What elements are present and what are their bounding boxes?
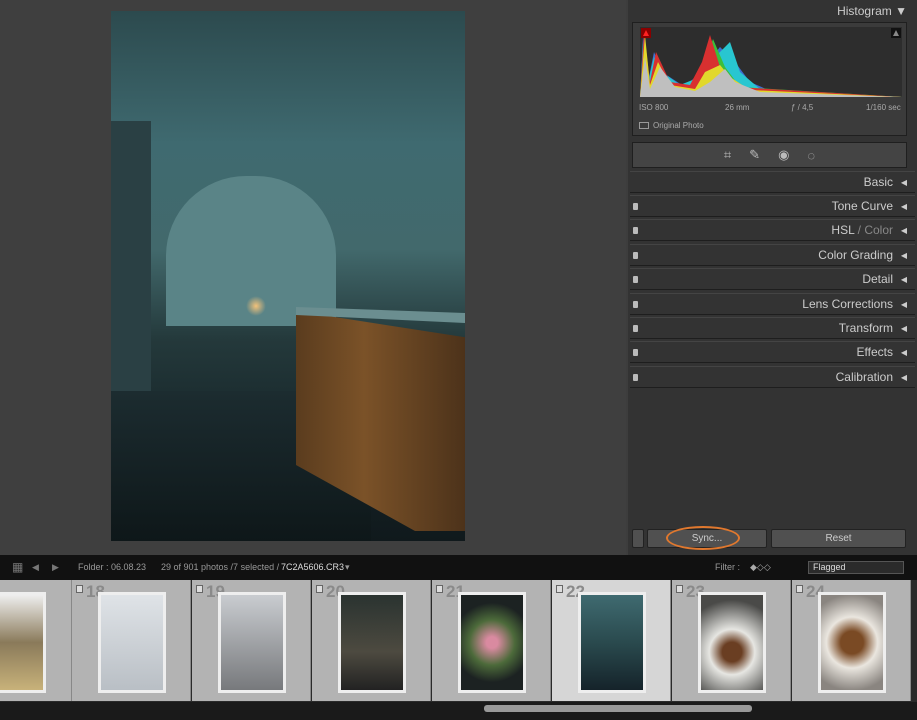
filename-dropdown-icon[interactable]: ▾ <box>345 555 350 580</box>
panel-color-grading[interactable]: Color Grading ◀ <box>630 244 915 266</box>
thumbnail-image <box>458 592 526 693</box>
panel-switch[interactable] <box>633 325 638 332</box>
sync-highlight-circle <box>666 526 740 550</box>
forward-arrow-icon[interactable]: ▶ <box>52 555 59 580</box>
panel-switch[interactable] <box>633 276 638 283</box>
filmstrip-thumbnail[interactable]: 18 <box>72 580 191 701</box>
panel-switch[interactable] <box>633 349 638 356</box>
photo-preview-area <box>0 0 626 555</box>
histogram: ISO 800 26 mm ƒ / 4,5 1/160 sec Original… <box>632 22 907 136</box>
photo-count: 29 of 901 photos /7 selected / <box>161 562 280 572</box>
tool-strip: ⌗ ✎ ◉ ◌ <box>632 142 907 168</box>
sync-reset-row: Sync... Reset <box>628 526 917 550</box>
original-photo-toggle[interactable]: Original Photo <box>639 121 704 130</box>
reset-button[interactable]: Reset <box>771 529 906 548</box>
healing-bandage-icon[interactable]: ✎ <box>749 147 760 163</box>
expand-triangle-icon: ◀ <box>900 324 907 333</box>
panel-switch[interactable] <box>633 227 638 234</box>
masking-icon[interactable]: ◌ <box>807 148 815 163</box>
histogram-header[interactable]: Histogram ▼ <box>628 0 917 22</box>
section-label: Effects <box>856 345 893 359</box>
thumbnail-image <box>338 592 406 693</box>
flag-icon[interactable] <box>196 585 203 593</box>
develop-right-panel: Histogram ▼ ISO 800 26 mm ƒ / 4,5 1/160 … <box>628 0 917 555</box>
panel-switch[interactable] <box>633 301 638 308</box>
current-filename[interactable]: 7C2A5606.CR3 <box>281 555 344 580</box>
panel-hsl-color[interactable]: HSL / Color ◀ <box>630 219 915 241</box>
auto-sync-switch[interactable] <box>632 529 644 548</box>
expand-triangle-icon: ◀ <box>900 202 907 211</box>
expand-triangle-icon: ◀ <box>900 226 907 235</box>
filter-select[interactable]: Flagged <box>808 561 904 574</box>
section-label: Transform <box>838 321 893 335</box>
expand-triangle-icon: ◀ <box>900 373 907 382</box>
filmstrip: 18 19 20 21 22 23 24 <box>0 580 917 702</box>
panel-transform[interactable]: Transform ◀ <box>630 317 915 339</box>
thumbnail-image <box>698 592 766 693</box>
checkbox-icon[interactable] <box>639 122 649 129</box>
thumbnail-image <box>98 592 166 693</box>
crop-icon[interactable]: ⌗ <box>724 147 731 163</box>
folder-label[interactable]: Folder : 06.08.23 <box>78 555 146 580</box>
expand-triangle-icon: ◀ <box>900 348 907 357</box>
main-photo[interactable] <box>111 11 465 541</box>
filmstrip-thumbnail-partial[interactable] <box>0 580 72 701</box>
filmstrip-thumbnail[interactable]: 23 <box>672 580 791 701</box>
focal-length: 26 mm <box>725 103 750 112</box>
shutter-speed: 1/160 sec <box>866 103 901 112</box>
iso-value: ISO 800 <box>639 103 669 112</box>
section-label: Basic <box>863 175 893 189</box>
grid-view-icon[interactable]: ▦ <box>12 555 23 580</box>
filmstrip-thumbnail[interactable]: 19 <box>192 580 311 701</box>
section-label: Color Grading <box>818 248 893 262</box>
section-label: HSL <box>831 223 855 237</box>
flag-icon[interactable] <box>676 585 683 593</box>
flag-icon[interactable] <box>796 585 803 593</box>
thumbnail-image <box>218 592 286 693</box>
filmstrip-thumbnail-selected[interactable]: 22 <box>552 580 671 701</box>
panel-calibration[interactable]: Calibration ◀ <box>630 366 915 388</box>
filmstrip-thumbnail[interactable]: 20 <box>312 580 431 701</box>
collapse-triangle-icon: ▼ <box>895 4 907 18</box>
section-label: Calibration <box>835 370 893 384</box>
back-arrow-icon[interactable]: ◀ <box>32 555 39 580</box>
filmstrip-thumbnail[interactable]: 24 <box>792 580 911 701</box>
thumbnail-image <box>818 592 886 693</box>
red-eye-icon[interactable]: ◉ <box>778 147 789 163</box>
panel-switch[interactable] <box>633 203 638 210</box>
thumbnail-image <box>578 592 646 693</box>
histogram-graph <box>640 27 902 97</box>
section-label: Detail <box>862 272 893 286</box>
expand-triangle-icon: ◀ <box>900 275 907 284</box>
original-photo-label: Original Photo <box>653 121 704 130</box>
panel-tone-curve[interactable]: Tone Curve ◀ <box>630 195 915 217</box>
section-label: Tone Curve <box>831 199 893 213</box>
flag-icon[interactable] <box>316 585 323 593</box>
panel-effects[interactable]: Effects ◀ <box>630 341 915 363</box>
expand-triangle-icon: ◀ <box>900 300 907 309</box>
panel-basic[interactable]: Basic ◀ <box>630 171 915 193</box>
scrollbar-thumb[interactable] <box>484 705 752 712</box>
expand-triangle-icon: ◀ <box>900 251 907 260</box>
section-label-color[interactable]: / Color <box>858 223 893 237</box>
section-label: Lens Corrections <box>802 297 893 311</box>
flag-icon[interactable] <box>436 585 443 593</box>
filmstrip-toolbar: ▦ ◀ ▶ Folder : 06.08.23 29 of 901 photos… <box>0 555 917 580</box>
aperture: ƒ / 4,5 <box>791 103 814 112</box>
flag-filter-icons[interactable]: ◆◇◇ <box>750 555 771 580</box>
filmstrip-scrollbar[interactable] <box>0 702 917 720</box>
panel-switch[interactable] <box>633 252 638 259</box>
histogram-title: Histogram <box>837 4 892 18</box>
expand-triangle-icon: ◀ <box>900 178 907 187</box>
panel-detail[interactable]: Detail ◀ <box>630 268 915 290</box>
filter-label: Filter : <box>715 562 741 572</box>
thumbnail-image <box>0 592 46 693</box>
panel-lens-corrections[interactable]: Lens Corrections ◀ <box>630 293 915 315</box>
flag-icon[interactable] <box>556 585 563 593</box>
panel-switch[interactable] <box>633 374 638 381</box>
filmstrip-thumbnail[interactable]: 21 <box>432 580 551 701</box>
flag-icon[interactable] <box>76 585 83 593</box>
